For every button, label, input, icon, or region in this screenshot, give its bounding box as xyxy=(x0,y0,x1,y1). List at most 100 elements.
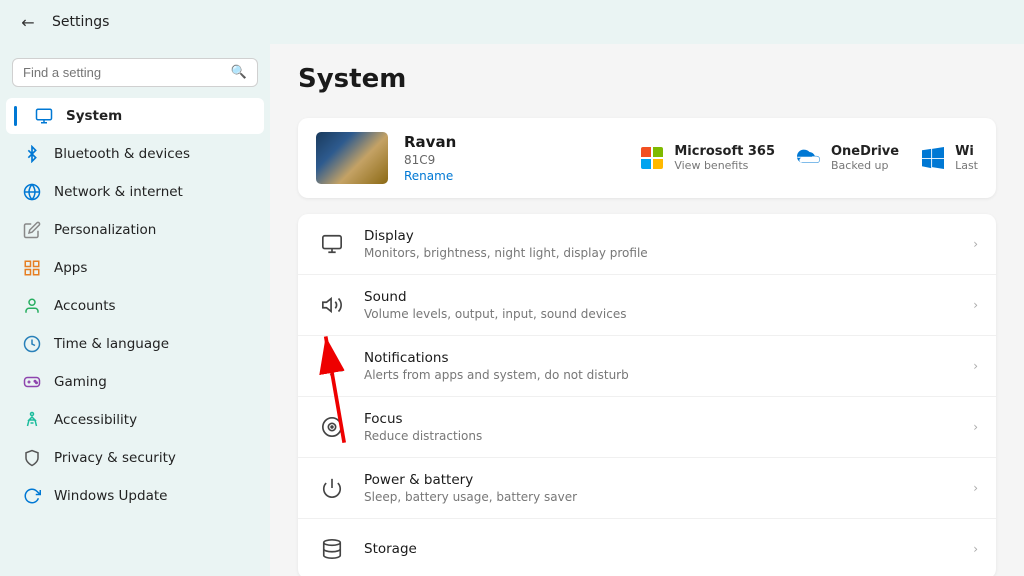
display-icon xyxy=(316,228,348,260)
network-icon xyxy=(22,182,42,202)
sidebar-item-apps[interactable]: Apps xyxy=(6,250,264,286)
app-title: Settings xyxy=(52,14,109,30)
sidebar-label-update: Windows Update xyxy=(54,488,167,504)
sidebar-label-system: System xyxy=(66,108,122,124)
onedrive-subtitle: Backed up xyxy=(831,159,899,172)
device-name: Ravan xyxy=(404,133,622,151)
settings-item-sound[interactable]: Sound Volume levels, output, input, soun… xyxy=(298,275,996,336)
sidebar-item-gaming[interactable]: Gaming xyxy=(6,364,264,400)
windows-text: Wi Last xyxy=(955,144,978,172)
windows-badge[interactable]: Wi Last xyxy=(919,144,978,172)
search-bar: 🔍 xyxy=(12,58,258,87)
accessibility-icon xyxy=(22,410,42,430)
storage-title: Storage xyxy=(364,541,957,557)
storage-icon xyxy=(316,533,348,565)
privacy-icon xyxy=(22,448,42,468)
bluetooth-icon xyxy=(22,144,42,164)
notifications-title: Notifications xyxy=(364,350,957,366)
system-icon xyxy=(34,106,54,126)
sidebar-label-accounts: Accounts xyxy=(54,298,116,314)
power-title: Power & battery xyxy=(364,472,957,488)
notifications-chevron: › xyxy=(973,359,978,373)
focus-title: Focus xyxy=(364,411,957,427)
time-icon xyxy=(22,334,42,354)
display-chevron: › xyxy=(973,237,978,251)
service-badges: Microsoft 365 View benefits OneDrive Bac… xyxy=(638,144,978,172)
update-icon xyxy=(22,486,42,506)
power-desc: Sleep, battery usage, battery saver xyxy=(364,490,957,504)
notifications-desc: Alerts from apps and system, do not dist… xyxy=(364,368,957,382)
sidebar: 🔍 System Bluetooth & devices Network & i… xyxy=(0,44,270,576)
device-card: Ravan 81C9 Rename xyxy=(298,118,996,198)
ms365-title: Microsoft 365 xyxy=(674,144,775,159)
windows-icon xyxy=(919,144,947,172)
sidebar-label-bluetooth: Bluetooth & devices xyxy=(54,146,190,162)
sidebar-item-privacy[interactable]: Privacy & security xyxy=(6,440,264,476)
sidebar-item-accessibility[interactable]: Accessibility xyxy=(6,402,264,438)
storage-chevron: › xyxy=(973,542,978,556)
personalization-icon xyxy=(22,220,42,240)
display-desc: Monitors, brightness, night light, displ… xyxy=(364,246,957,260)
focus-desc: Reduce distractions xyxy=(364,429,957,443)
device-info: Ravan 81C9 Rename xyxy=(404,133,622,183)
settings-item-display[interactable]: Display Monitors, brightness, night ligh… xyxy=(298,214,996,275)
windows-subtitle: Last xyxy=(955,159,978,172)
ms365-subtitle: View benefits xyxy=(674,159,775,172)
sound-title: Sound xyxy=(364,289,957,305)
sidebar-label-accessibility: Accessibility xyxy=(54,412,137,428)
settings-item-focus[interactable]: Focus Reduce distractions › xyxy=(298,397,996,458)
settings-item-notifications[interactable]: Notifications Alerts from apps and syste… xyxy=(298,336,996,397)
sidebar-item-system[interactable]: System xyxy=(6,98,264,134)
ms365-icon xyxy=(638,144,666,172)
sidebar-label-apps: Apps xyxy=(54,260,87,276)
power-chevron: › xyxy=(973,481,978,495)
content-header: System xyxy=(270,44,1024,118)
sidebar-item-personalization[interactable]: Personalization xyxy=(6,212,264,248)
notifications-icon xyxy=(316,350,348,382)
storage-text: Storage xyxy=(364,541,957,557)
gaming-icon xyxy=(22,372,42,392)
ms365-badge[interactable]: Microsoft 365 View benefits xyxy=(638,144,775,172)
sound-chevron: › xyxy=(973,298,978,312)
sidebar-item-accounts[interactable]: Accounts xyxy=(6,288,264,324)
windows-title: Wi xyxy=(955,144,978,159)
focus-icon xyxy=(316,411,348,443)
sidebar-label-network: Network & internet xyxy=(54,184,183,200)
device-id: 81C9 xyxy=(404,153,622,167)
search-input[interactable] xyxy=(23,65,223,80)
sound-text: Sound Volume levels, output, input, soun… xyxy=(364,289,957,321)
search-icon: 🔍 xyxy=(231,65,247,80)
display-text: Display Monitors, brightness, night ligh… xyxy=(364,228,957,260)
sidebar-item-update[interactable]: Windows Update xyxy=(6,478,264,514)
onedrive-icon xyxy=(795,144,823,172)
ms365-text: Microsoft 365 View benefits xyxy=(674,144,775,172)
onedrive-title: OneDrive xyxy=(831,144,899,159)
back-button[interactable]: ← xyxy=(16,10,40,34)
device-image xyxy=(316,132,388,184)
sidebar-item-time[interactable]: Time & language xyxy=(6,326,264,362)
onedrive-badge[interactable]: OneDrive Backed up xyxy=(795,144,899,172)
notifications-text: Notifications Alerts from apps and syste… xyxy=(364,350,957,382)
sidebar-item-bluetooth[interactable]: Bluetooth & devices xyxy=(6,136,264,172)
accounts-icon xyxy=(22,296,42,316)
sound-desc: Volume levels, output, input, sound devi… xyxy=(364,307,957,321)
sidebar-label-privacy: Privacy & security xyxy=(54,450,176,466)
title-bar: ← Settings xyxy=(0,0,1024,44)
sidebar-item-network[interactable]: Network & internet xyxy=(6,174,264,210)
settings-list: Display Monitors, brightness, night ligh… xyxy=(298,214,996,576)
focus-chevron: › xyxy=(973,420,978,434)
page-title: System xyxy=(298,64,996,94)
sound-icon xyxy=(316,289,348,321)
power-icon xyxy=(316,472,348,504)
settings-item-power[interactable]: Power & battery Sleep, battery usage, ba… xyxy=(298,458,996,519)
rename-link[interactable]: Rename xyxy=(404,169,622,183)
sidebar-label-personalization: Personalization xyxy=(54,222,156,238)
settings-item-storage[interactable]: Storage › xyxy=(298,519,996,576)
sidebar-label-time: Time & language xyxy=(54,336,169,352)
focus-text: Focus Reduce distractions xyxy=(364,411,957,443)
sidebar-label-gaming: Gaming xyxy=(54,374,107,390)
onedrive-text: OneDrive Backed up xyxy=(831,144,899,172)
power-text: Power & battery Sleep, battery usage, ba… xyxy=(364,472,957,504)
main-content: System Ravan 81C9 Rename xyxy=(270,44,1024,576)
display-title: Display xyxy=(364,228,957,244)
